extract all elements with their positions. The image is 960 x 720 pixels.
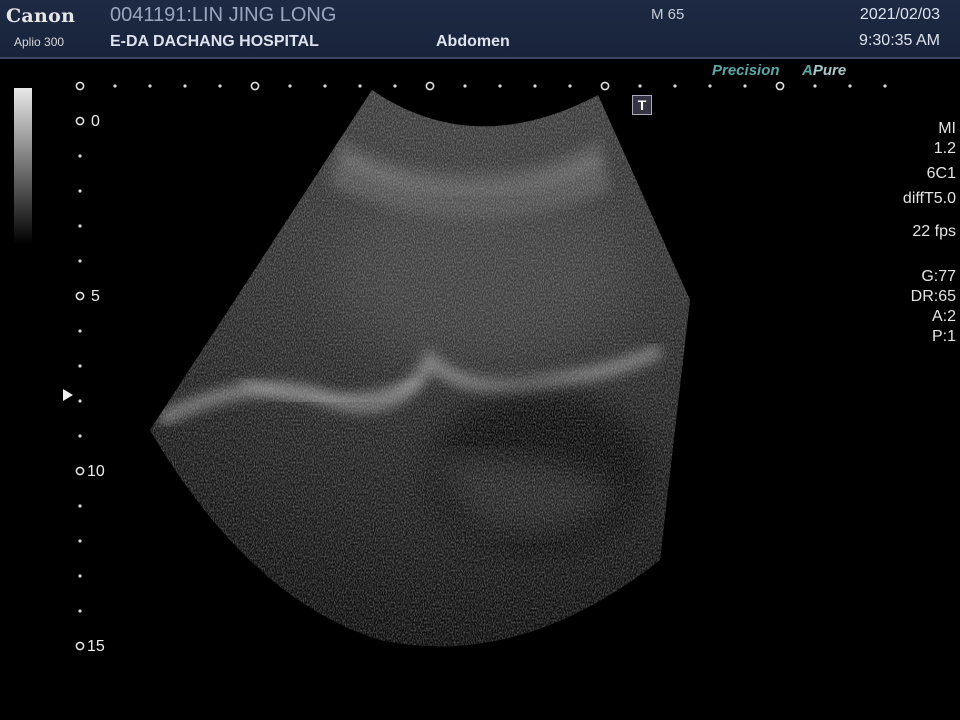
mi-label: MI [938,120,956,137]
a-value: A:2 [931,308,956,325]
lateral-minor-tick [848,84,852,88]
lateral-minor-tick [358,84,362,88]
lateral-minor-tick [498,84,502,88]
depth-major-tick [75,116,85,126]
lateral-minor-tick [708,84,712,88]
lateral-scale [75,81,887,91]
lateral-minor-tick [883,84,887,88]
lateral-minor-tick [813,84,817,88]
lateral-minor-tick [743,84,747,88]
depth-label-15: 15 [87,638,105,655]
apure-a: A [802,62,813,79]
lateral-minor-tick [533,84,537,88]
lateral-minor-tick [638,84,642,88]
lateral-minor-tick [393,84,397,88]
probe-name: 6C1 [926,165,956,182]
depth-minor-tick [78,329,82,333]
lateral-major-tick [250,81,260,91]
depth-label-10: 10 [87,463,105,480]
lateral-minor-tick [113,84,117,88]
depth-scale [75,116,85,651]
depth-minor-tick [78,399,82,403]
lateral-minor-tick [323,84,327,88]
depth-label-5: 5 [91,288,100,305]
depth-minor-tick [78,364,82,368]
depth-minor-tick [78,224,82,228]
ultrasound-image [75,81,887,651]
precision-badge: Precision [712,62,780,79]
dynamic-range-value: DR:65 [910,288,956,305]
depth-minor-tick [78,574,82,578]
depth-minor-tick [78,154,82,158]
lateral-minor-tick [568,84,572,88]
depth-major-tick [75,291,85,301]
frame-rate: 22 fps [912,223,956,240]
depth-label-0: 0 [91,113,100,130]
lateral-minor-tick [218,84,222,88]
mi-value: 1.2 [933,140,956,157]
depth-minor-tick [78,189,82,193]
depth-minor-tick [78,259,82,263]
lateral-minor-tick [288,84,292,88]
depth-major-tick [75,641,85,651]
t-mode-icon[interactable]: T [632,95,652,115]
grayscale-bar [14,88,32,244]
apure-pure: Pure [812,62,847,79]
lateral-minor-tick [148,84,152,88]
lateral-major-tick [600,81,610,91]
depth-minor-tick [78,609,82,613]
apure-badge: APure [802,62,846,79]
lateral-major-tick [75,81,85,91]
gain-value: G:77 [921,268,956,285]
lateral-major-tick [425,81,435,91]
lateral-major-tick [775,81,785,91]
depth-minor-tick [78,539,82,543]
depth-minor-tick [78,504,82,508]
focus-marker-icon[interactable] [63,389,73,401]
lateral-minor-tick [673,84,677,88]
lateral-minor-tick [183,84,187,88]
depth-major-tick [75,466,85,476]
lateral-minor-tick [463,84,467,88]
imaging-mode: diffT5.0 [902,190,956,207]
p-value: P:1 [931,328,956,345]
depth-minor-tick [78,434,82,438]
